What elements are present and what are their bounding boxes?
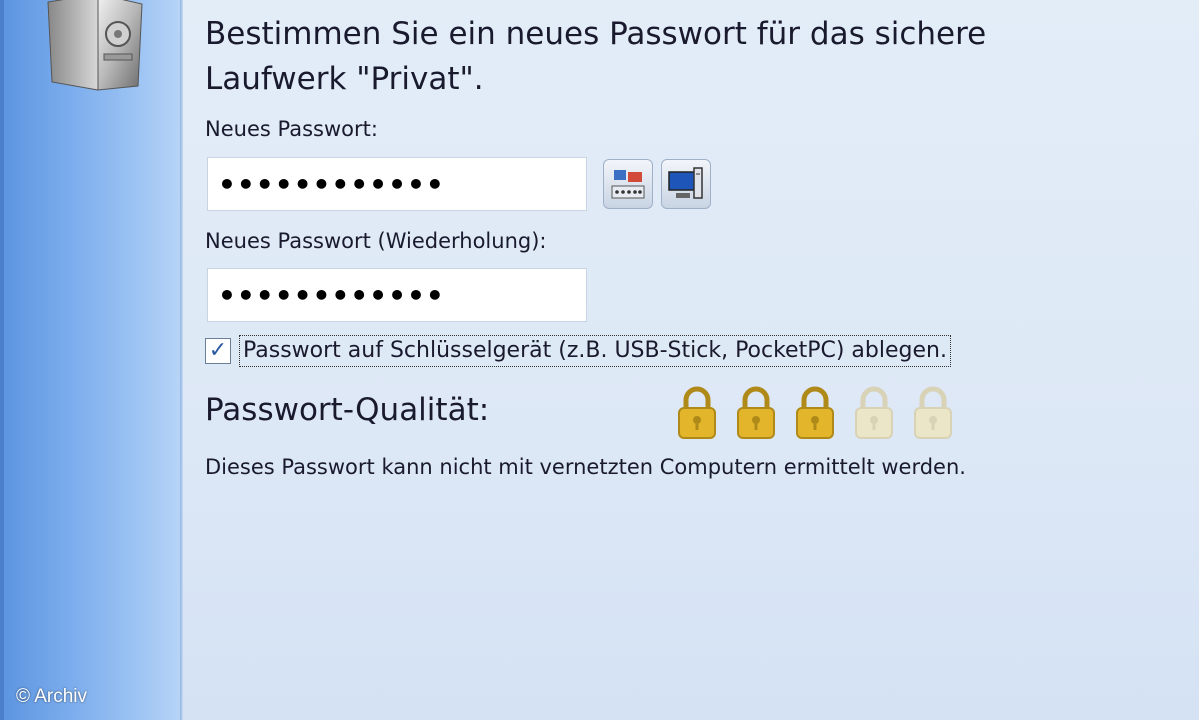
computer-device-icon (668, 167, 703, 199)
new-password-label: Neues Passwort: (205, 117, 378, 141)
password-dialog: © Archiv Bestimmen Sie ein neues Passwor… (0, 0, 1199, 720)
lock-icon-filled (796, 386, 834, 439)
store-on-key-device-label[interactable]: Passwort auf Schlüsselgerät (z.B. USB-St… (239, 335, 951, 367)
lock-icon-empty (914, 386, 952, 439)
lock-icon-empty (855, 386, 893, 439)
new-password-input[interactable] (207, 157, 587, 211)
password-quality-meter (675, 384, 955, 440)
device-button[interactable] (661, 159, 711, 209)
repeat-password-label: Neues Passwort (Wiederholung): (205, 229, 547, 253)
password-quality-info: Dieses Passwort kann nicht mit vernetzte… (205, 455, 966, 479)
repeat-password-input[interactable] (207, 268, 587, 322)
safe-icon (47, 0, 143, 91)
dialog-heading: Bestimmen Sie ein neues Passwort für das… (205, 16, 987, 97)
lock-icon-filled (737, 386, 775, 439)
virtual-keyboard-icon (611, 170, 645, 199)
virtual-keyboard-button[interactable] (603, 159, 653, 209)
copyright-watermark: © Archiv (16, 686, 88, 707)
lock-icon-filled (678, 386, 716, 439)
password-quality-label: Passwort-Qualität: (205, 392, 490, 428)
sidebar-panel: © Archiv (0, 0, 180, 720)
sidebar-edge (180, 0, 183, 720)
store-on-key-device-row[interactable]: ✓ Passwort auf Schlüsselgerät (z.B. USB-… (205, 334, 951, 368)
store-on-key-device-checkbox[interactable]: ✓ (205, 338, 231, 364)
